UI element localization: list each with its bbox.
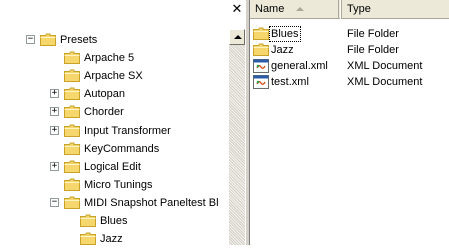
file-name: Blues	[269, 26, 301, 42]
tree-vertical-scrollbar[interactable]	[229, 29, 245, 245]
tree-item[interactable]: Jazz	[0, 230, 229, 248]
tree-item[interactable]: + Chorder	[0, 103, 229, 121]
tree-item[interactable]: Micro Tunings	[0, 176, 229, 194]
tree-item[interactable]: KeyCommands	[0, 140, 229, 158]
column-header-name-label: Name	[255, 3, 285, 15]
file-list-row[interactable]: Blues File Folder	[250, 26, 449, 42]
tree-item[interactable]: − MIDI Snapshot Paneltest Bl	[0, 194, 229, 212]
collapse-icon[interactable]: −	[26, 35, 35, 44]
tree-item-label: Input Transformer	[84, 125, 171, 137]
folder-icon	[64, 160, 80, 173]
folder-icon	[253, 27, 269, 41]
list-header: Name Type	[250, 0, 449, 19]
tree-item-label: MIDI Snapshot Paneltest Bl	[84, 197, 219, 209]
file-type: File Folder	[347, 44, 399, 56]
tree-item-label: Chorder	[84, 106, 124, 118]
folder-icon	[64, 142, 80, 155]
xml-document-icon	[253, 75, 269, 89]
folder-icon	[64, 87, 80, 100]
column-resize-handle[interactable]	[338, 0, 341, 19]
collapse-icon[interactable]: −	[50, 198, 59, 207]
close-icon[interactable]: ✕	[230, 2, 244, 16]
expand-icon[interactable]: +	[50, 162, 59, 171]
sort-ascending-icon	[296, 7, 304, 11]
column-header-type-label: Type	[347, 3, 371, 15]
folder-icon	[40, 33, 56, 46]
tree-item-label: Arpache 5	[84, 52, 135, 64]
expand-icon[interactable]: +	[50, 107, 59, 116]
folder-tree-pane: − Presets Arpache 5 Arpache SX + Autopan + Chor…	[0, 0, 245, 245]
tree-item[interactable]: Arpache SX	[0, 67, 229, 85]
folder-icon	[64, 196, 80, 209]
tree-item[interactable]: − Presets	[0, 31, 229, 49]
file-name: test.xml	[271, 76, 309, 88]
file-type: File Folder	[347, 28, 399, 40]
folder-icon	[253, 43, 269, 57]
tree-item-label: Presets	[60, 34, 98, 46]
folder-icon	[64, 69, 80, 82]
file-name: general.xml	[271, 60, 328, 72]
file-type: XML Document	[347, 76, 423, 88]
column-header-name[interactable]: Name	[250, 0, 342, 19]
file-list-row[interactable]: test.xml XML Document	[250, 74, 449, 90]
expand-icon[interactable]: +	[50, 89, 59, 98]
tree-item-label: Blues	[100, 215, 128, 227]
folder-icon	[64, 51, 80, 64]
folder-icon	[64, 105, 80, 118]
tree-item[interactable]: + Logical Edit	[0, 158, 229, 176]
file-name: Jazz	[271, 44, 294, 56]
scroll-up-arrow-icon[interactable]	[229, 29, 245, 45]
column-header-type[interactable]: Type	[342, 0, 449, 19]
folder-icon	[64, 124, 80, 137]
file-list-row[interactable]: Jazz File Folder	[250, 42, 449, 58]
tree-item-label: Logical Edit	[84, 161, 141, 173]
xml-document-icon	[253, 59, 269, 73]
folder-tree: − Presets Arpache 5 Arpache SX + Autopan + Chor…	[0, 0, 229, 245]
file-list-row[interactable]: general.xml XML Document	[250, 58, 449, 74]
folder-icon	[80, 232, 96, 245]
folder-icon	[80, 214, 96, 227]
expand-icon[interactable]: +	[50, 126, 59, 135]
tree-item[interactable]: Arpache 5	[0, 49, 229, 67]
scrollbar-track[interactable]	[229, 45, 245, 245]
tree-item[interactable]: + Input Transformer	[0, 122, 229, 140]
file-list-pane: Name Type Blues File Folder Jazz File Folde…	[250, 0, 449, 245]
tree-item-label: Micro Tunings	[84, 179, 153, 191]
tree-item-label: Arpache SX	[84, 70, 143, 82]
folder-icon	[64, 178, 80, 191]
tree-item-label: Jazz	[100, 233, 123, 245]
tree-item[interactable]: Blues	[0, 212, 229, 230]
tree-item[interactable]: + Autopan	[0, 85, 229, 103]
tree-item-label: Autopan	[84, 88, 125, 100]
file-type: XML Document	[347, 60, 423, 72]
tree-item-label: KeyCommands	[84, 143, 160, 155]
